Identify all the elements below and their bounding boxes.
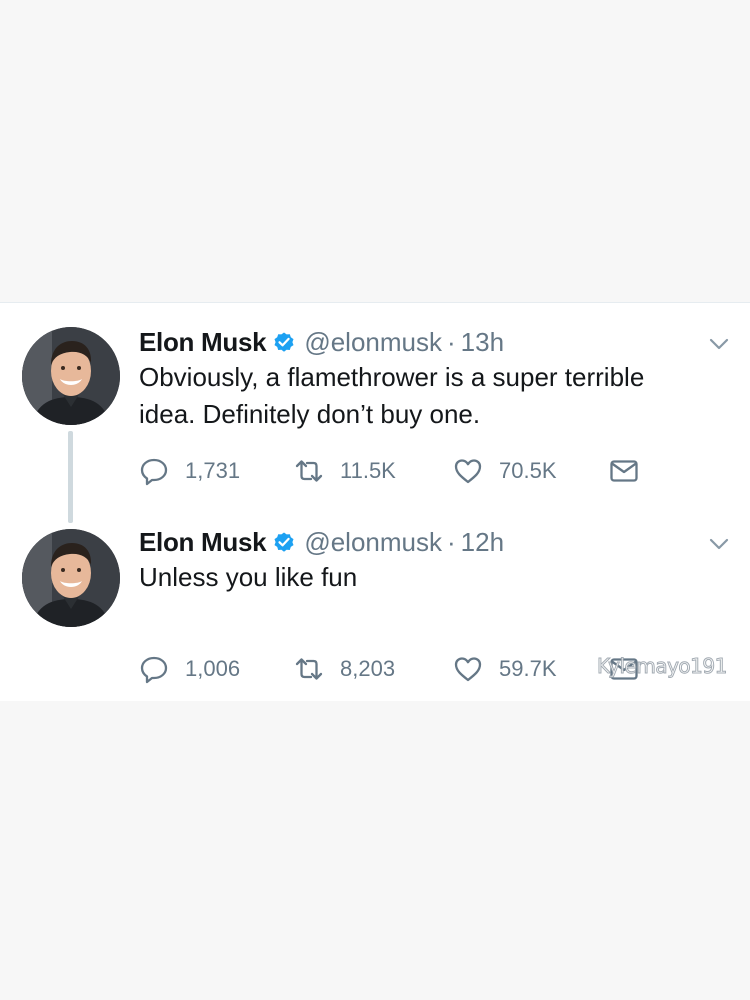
reply-count: 1,006 — [185, 656, 241, 681]
reply-count: 1,731 — [185, 458, 241, 483]
like-count: 70.5K — [499, 458, 557, 483]
author-handle[interactable]: @elonmusk — [304, 327, 442, 358]
retweet-icon — [294, 456, 324, 486]
reply-bubble-icon — [139, 654, 169, 684]
tweet-thread-card: Elon Musk @elonmusk · 13h Obviously, a f… — [0, 302, 750, 701]
retweet-button[interactable]: 11.5K — [294, 453, 396, 489]
tweet-header: Elon Musk @elonmusk · 12h — [139, 525, 504, 559]
retweet-button[interactable]: 8,203 — [294, 651, 395, 687]
retweet-count: 8,203 — [340, 656, 396, 681]
tweet-text: Unless you like fun — [139, 562, 358, 592]
separator-dot: · — [447, 326, 456, 357]
tweet-timestamp[interactable]: 12h — [461, 527, 504, 558]
verified-badge-icon — [272, 530, 296, 554]
author-name[interactable]: Elon Musk — [139, 327, 267, 358]
author-handle[interactable]: @elonmusk — [304, 527, 442, 558]
heart-icon — [453, 654, 483, 684]
tweet-timestamp[interactable]: 13h — [461, 327, 504, 358]
reply-bubble-icon — [139, 456, 169, 486]
avatar[interactable] — [22, 327, 120, 425]
tweet-actions: 1,731 11.5K 70.5K — [139, 453, 739, 489]
chevron-down-icon[interactable] — [708, 333, 730, 355]
direct-message-button[interactable] — [609, 453, 639, 489]
author-name[interactable]: Elon Musk — [139, 527, 267, 558]
tweet-1[interactable]: Elon Musk @elonmusk · 13h Obviously, a f… — [0, 303, 750, 523]
heart-icon — [453, 456, 483, 486]
tweet-text: Obviously, a flamethrower is a super ter… — [139, 362, 645, 429]
retweet-icon — [294, 654, 324, 684]
like-count: 59.7K — [499, 656, 557, 681]
avatar[interactable] — [22, 529, 120, 627]
reply-button[interactable]: 1,006 — [139, 651, 240, 687]
like-button[interactable]: 70.5K — [453, 453, 557, 489]
reply-button[interactable]: 1,731 — [139, 453, 240, 489]
chevron-down-icon[interactable] — [708, 533, 730, 555]
retweet-count: 11.5K — [340, 458, 396, 483]
like-button[interactable]: 59.7K — [453, 651, 557, 687]
separator-dot: · — [447, 526, 456, 557]
tweet-header: Elon Musk @elonmusk · 13h — [139, 325, 504, 359]
envelope-icon — [609, 456, 639, 486]
verified-badge-icon — [272, 330, 296, 354]
watermark-text: Kylemayo191 — [597, 654, 728, 679]
